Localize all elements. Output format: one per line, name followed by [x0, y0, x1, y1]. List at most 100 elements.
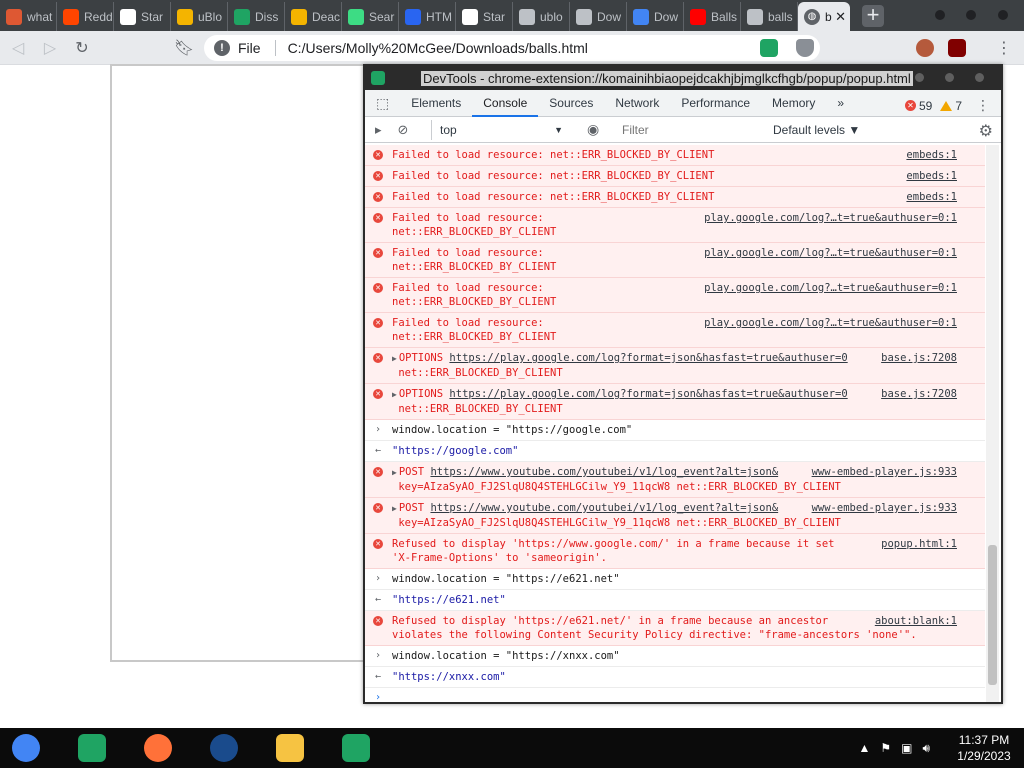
source-link[interactable]: www-embed-player.js:933: [812, 501, 957, 515]
tab-close-icon[interactable]: ✕: [835, 9, 846, 25]
source-link[interactable]: play.google.com/log?…t=true&authuser=0:1: [704, 246, 957, 260]
avatar[interactable]: [916, 39, 934, 57]
taskbar-firefox[interactable]: [136, 728, 180, 768]
clock[interactable]: 11:37 PM 1/29/2023: [944, 732, 1024, 764]
request-url-link[interactable]: https://play.google.com/log?format=json&…: [449, 352, 847, 364]
maximize-button[interactable]: [945, 73, 954, 82]
url-text[interactable]: C:/Users/Molly%20McGee/Downloads/balls.h…: [288, 40, 588, 56]
issue-counts[interactable]: ✕ 59 7 ⋮: [905, 97, 990, 114]
minimize-button[interactable]: [915, 73, 924, 82]
tab-13[interactable]: balls: [741, 2, 798, 31]
divider: [274, 40, 276, 56]
ublock-icon[interactable]: [948, 39, 966, 57]
forward-arrow-icon[interactable]: ▷: [36, 38, 64, 58]
source-link[interactable]: base.js:7208: [881, 351, 957, 365]
tab-elements[interactable]: Elements: [400, 90, 472, 117]
sidebar-toggle-icon[interactable]: ▸: [375, 122, 382, 138]
error-icon: ✕: [373, 171, 383, 181]
source-link[interactable]: play.google.com/log?…t=true&authuser=0:1: [704, 281, 957, 295]
expand-triangle-icon[interactable]: ▶: [392, 504, 397, 513]
new-tab-button[interactable]: +: [862, 4, 884, 27]
taskbar-files[interactable]: [268, 728, 312, 768]
url-scheme: File: [238, 40, 261, 56]
inspect-icon[interactable]: ⬚: [365, 90, 400, 117]
tab-active[interactable]: ◍ b ✕: [798, 2, 850, 31]
tab-12[interactable]: Balls: [684, 2, 741, 31]
tab-2[interactable]: Star: [114, 2, 171, 31]
tab-3[interactable]: uBlo: [171, 2, 228, 31]
tab-1[interactable]: Redd: [57, 2, 114, 31]
source-link[interactable]: base.js:7208: [881, 387, 957, 401]
source-link[interactable]: embeds:1: [906, 169, 957, 183]
more-tabs-icon[interactable]: »: [826, 90, 855, 117]
console-error: ✕ Failed to load resource: net::ERR_BLOCK…: [365, 243, 985, 278]
eye-icon[interactable]: ◉: [587, 121, 599, 138]
taskbar-chrome[interactable]: [4, 728, 48, 768]
tab-8[interactable]: Star: [456, 2, 513, 31]
kebab-menu-icon[interactable]: ⋮: [976, 97, 990, 114]
prompt-chevron-icon: ›: [375, 573, 382, 584]
flag-icon[interactable]: ⚑: [880, 741, 891, 755]
source-link[interactable]: popup.html:1: [881, 537, 957, 551]
expand-triangle-icon[interactable]: ▶: [392, 468, 397, 477]
tab-console[interactable]: Console: [472, 90, 539, 117]
info-icon[interactable]: !: [214, 40, 230, 56]
tab-10[interactable]: Dow: [570, 2, 627, 31]
error-message: Failed to load resource: net::ERR_BLOCKE…: [392, 212, 557, 238]
source-link[interactable]: about:blank:1: [875, 614, 957, 628]
expand-triangle-icon[interactable]: ▶: [392, 354, 397, 363]
tab-5[interactable]: Deac: [285, 2, 342, 31]
tab-memory[interactable]: Memory: [761, 90, 826, 117]
chevron-up-icon[interactable]: ▲: [858, 741, 870, 755]
tab-4[interactable]: Diss: [228, 2, 285, 31]
source-link[interactable]: embeds:1: [906, 148, 957, 162]
volume-icon[interactable]: 🔊︎: [922, 741, 930, 756]
taskbar-docs[interactable]: [70, 728, 114, 768]
source-link[interactable]: embeds:1: [906, 190, 957, 204]
scrollbar-thumb[interactable]: [988, 545, 997, 685]
network-icon[interactable]: ▣: [901, 741, 912, 755]
tab-7[interactable]: HTM: [399, 2, 456, 31]
gear-icon[interactable]: ⚙: [979, 121, 993, 141]
console-prompt[interactable]: ›: [365, 688, 985, 702]
tab-6[interactable]: Sear: [342, 2, 399, 31]
context-selector[interactable]: top ▼: [431, 120, 567, 140]
tab-label: b: [825, 9, 832, 24]
extension-shield-icon[interactable]: [796, 39, 814, 57]
tab-sources[interactable]: Sources: [538, 90, 604, 117]
source-link[interactable]: play.google.com/log?…t=true&authuser=0:1: [704, 211, 957, 225]
tab-11[interactable]: Dow: [627, 2, 684, 31]
tab-network[interactable]: Network: [604, 90, 670, 117]
source-link[interactable]: www-embed-player.js:933: [812, 465, 957, 479]
request-url-link[interactable]: https://play.google.com/log?format=json&…: [449, 388, 847, 400]
request-url-link[interactable]: https://www.youtube.com/youtubei/v1/log_…: [430, 466, 778, 478]
tab-0[interactable]: what: [0, 2, 57, 31]
error-icon: ✕: [373, 248, 383, 258]
back-arrow-icon[interactable]: ◁: [4, 38, 32, 58]
css-icon: [405, 8, 421, 25]
source-link[interactable]: play.google.com/log?…t=true&authuser=0:1: [704, 316, 957, 330]
filter-input[interactable]: [616, 121, 766, 139]
maximize-button[interactable]: [966, 10, 976, 20]
minimize-button[interactable]: [935, 10, 945, 20]
clear-console-icon[interactable]: ⊘: [398, 122, 409, 138]
bookmark-icon[interactable]: 🔖︎: [170, 38, 198, 58]
menu-icon[interactable]: ⋮: [990, 38, 1018, 58]
close-window-button[interactable]: [975, 73, 984, 82]
console-error: ✕ Failed to load resource: net::ERR_BLOCK…: [365, 145, 985, 166]
close-window-button[interactable]: [998, 10, 1008, 20]
expand-triangle-icon[interactable]: ▶: [392, 390, 397, 399]
taskbar-obama[interactable]: [202, 728, 246, 768]
extension-docs-icon[interactable]: [760, 39, 778, 57]
address-bar[interactable]: ! File C:/Users/Molly%20McGee/Downloads/…: [204, 35, 820, 61]
taskbar-docs2[interactable]: [334, 728, 378, 768]
request-url-link[interactable]: https://www.youtube.com/youtubei/v1/log_…: [430, 502, 778, 514]
log-levels-dropdown[interactable]: Default levels ▼: [773, 117, 860, 143]
tab-performance[interactable]: Performance: [670, 90, 761, 117]
result-arrow-icon: ←: [375, 445, 382, 456]
reload-icon[interactable]: ↻: [68, 38, 96, 58]
console-scrollbar[interactable]: [986, 145, 999, 702]
error-icon: ✕: [373, 389, 383, 399]
tab-label: Redd: [84, 9, 113, 24]
tab-9[interactable]: ublo: [513, 2, 570, 31]
